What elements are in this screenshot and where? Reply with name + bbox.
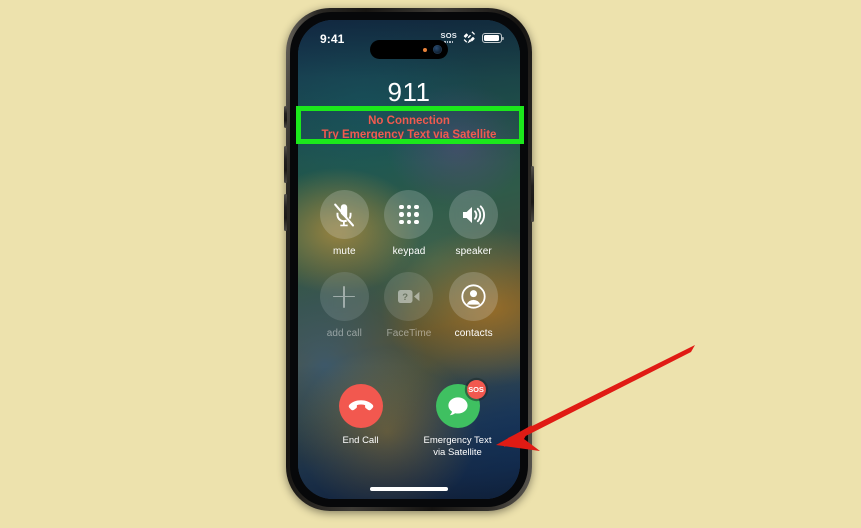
emergency-text-action[interactable]: SOS Emergency Text via Satellite: [415, 380, 501, 459]
contacts-button-label: contacts: [454, 328, 493, 339]
phone-down-icon: [348, 400, 373, 411]
side-power-button[interactable]: [531, 166, 534, 222]
svg-text:?: ?: [402, 292, 408, 303]
mic-slash-icon: [334, 203, 355, 226]
emergency-text-label-line-1: Emergency Text: [423, 435, 492, 447]
home-indicator[interactable]: [370, 487, 448, 491]
end-call-action[interactable]: End Call: [318, 384, 404, 459]
status-bar-indicators: SOS: [440, 31, 504, 44]
speaker-button-label: speaker: [455, 246, 492, 257]
control-button-facetime[interactable]: ? FaceTime: [377, 272, 442, 339]
speaker-button-circle[interactable]: [449, 190, 499, 239]
add-call-button-circle[interactable]: [319, 272, 369, 321]
sos-badge: SOS: [466, 380, 486, 400]
call-status-text: No Connection Try Emergency Text via Sat…: [298, 114, 520, 142]
orange-recording-dot-icon: [423, 47, 427, 52]
dynamic-island: [370, 40, 448, 59]
end-call-button[interactable]: [338, 384, 383, 429]
volume-up-button[interactable]: [284, 146, 287, 183]
front-camera-lens-icon: [433, 45, 442, 54]
facetime-button-label: FaceTime: [386, 328, 432, 339]
control-button-speaker[interactable]: speaker: [441, 190, 506, 257]
phone-bezel: 9:41 SOS 911 No Connection Try Emergency…: [290, 12, 528, 507]
mute-button-label: mute: [333, 246, 356, 257]
battery-icon: [482, 32, 504, 43]
call-number: 911: [387, 77, 431, 107]
phone-device-frame: 9:41 SOS 911 No Connection Try Emergency…: [284, 8, 534, 511]
speaker-wave-icon: [463, 204, 486, 225]
satellite-icon: [463, 31, 476, 44]
message-bubble-icon: [447, 397, 468, 415]
keypad-button-label: keypad: [392, 246, 426, 257]
mute-button-circle[interactable]: [319, 190, 369, 239]
control-button-contacts[interactable]: contacts: [441, 272, 506, 339]
plus-icon: [333, 285, 356, 308]
call-controls-grid: mute keypad speaker add call ? FaceTime …: [312, 190, 506, 339]
call-status-line-1: No Connection: [368, 115, 450, 127]
keypad-dots-icon: [399, 204, 419, 225]
control-button-mute[interactable]: mute: [312, 190, 377, 257]
add-call-button-label: add call: [326, 328, 362, 339]
control-button-keypad[interactable]: keypad: [377, 190, 442, 257]
video-camera-icon: ?: [397, 290, 420, 303]
emergency-text-label-line-2: via Satellite: [433, 447, 482, 459]
control-button-add-call[interactable]: add call: [312, 272, 377, 339]
emergency-text-label: Emergency Text via Satellite: [424, 435, 492, 459]
contacts-button-circle[interactable]: [449, 272, 499, 321]
call-status-line-2: Try Emergency Text via Satellite: [321, 129, 497, 142]
bottom-actions-row: End Call SOS Emergency Text via Satellit…: [312, 380, 506, 459]
silent-switch-button[interactable]: [284, 106, 287, 128]
person-circle-icon: [461, 284, 486, 309]
status-bar-time: 9:41: [320, 32, 345, 46]
sos-indicator-label: SOS: [440, 31, 457, 41]
keypad-button-circle[interactable]: [384, 190, 434, 239]
phone-screen: 9:41 SOS 911 No Connection Try Emergency…: [298, 20, 520, 499]
facetime-button-circle[interactable]: ?: [384, 272, 434, 321]
volume-down-button[interactable]: [284, 194, 287, 231]
end-call-label: End Call: [342, 435, 379, 447]
emergency-text-button[interactable]: SOS: [435, 380, 486, 429]
